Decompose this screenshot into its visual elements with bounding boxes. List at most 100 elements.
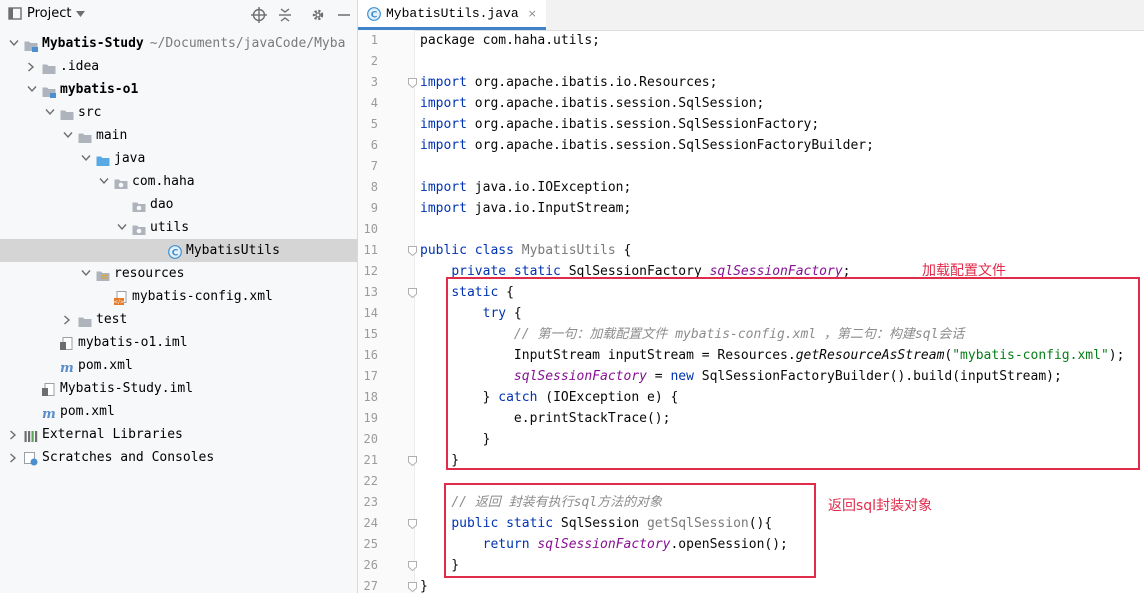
collapse-all-icon[interactable] xyxy=(277,7,293,23)
tree-item-label: mybatis-o1.iml xyxy=(78,331,188,354)
svg-text:m: m xyxy=(60,361,74,374)
code-token: import xyxy=(420,138,467,153)
fold-marker-icon[interactable] xyxy=(408,560,417,572)
line-number: 5 xyxy=(370,117,378,131)
line-number: 8 xyxy=(370,180,378,194)
svg-text:C: C xyxy=(371,10,378,20)
tree-item-label: main xyxy=(96,124,127,147)
fold-marker-icon[interactable] xyxy=(408,455,417,467)
fold-marker-icon[interactable] xyxy=(408,518,417,530)
tree-item[interactable]: mybatis-o1.iml xyxy=(0,331,357,354)
tree-item[interactable]: Scratches and Consoles xyxy=(0,446,357,469)
chevron-down-icon[interactable] xyxy=(8,32,20,55)
line-number: 16 xyxy=(363,348,378,362)
fold-marker-icon[interactable] xyxy=(408,581,417,593)
tree-item-text: .idea xyxy=(60,59,100,74)
chevron-down-icon[interactable] xyxy=(80,262,92,285)
line-number: 9 xyxy=(370,201,378,215)
chevron-right-icon[interactable] xyxy=(62,308,74,331)
code-line: import org.apache.ibatis.session.SqlSess… xyxy=(420,114,819,135)
project-view-icon xyxy=(8,7,22,20)
line-number: 18 xyxy=(363,390,378,404)
chevron-down-icon[interactable] xyxy=(98,170,110,193)
tree-item[interactable]: Mybatis-Study ~/Documents/javaCode/Myba xyxy=(0,32,357,55)
locate-icon[interactable] xyxy=(251,7,267,23)
chevron-down-icon[interactable] xyxy=(116,216,128,239)
tree-item[interactable]: test xyxy=(0,308,357,331)
chevron-down-icon[interactable] xyxy=(26,78,38,101)
line-number: 6 xyxy=(370,138,378,152)
code-token: import xyxy=(420,75,467,90)
line-number: 1 xyxy=(370,33,378,47)
iml-file-icon xyxy=(42,382,56,396)
module-folder-icon xyxy=(24,37,38,52)
editor-tab[interactable]: C MybatisUtils.java × xyxy=(358,0,546,30)
gear-icon[interactable] xyxy=(310,7,326,23)
chevron-right-icon[interactable] xyxy=(26,55,38,78)
line-number-gutter: 1 2 3 4 5 6 7 8 9 10 11 12 13 14 15 16 17 18 19 20 21 22 23 24 2… xyxy=(358,30,417,593)
tree-item[interactable]: mybatis-o1 xyxy=(0,78,357,101)
line-number: 17 xyxy=(363,369,378,383)
tree-item-text: pom.xml xyxy=(60,404,115,419)
line-number: 25 xyxy=(363,537,378,551)
tree-item[interactable]: com.haha xyxy=(0,170,357,193)
code-line: import org.apache.ibatis.session.SqlSess… xyxy=(420,93,764,114)
tree-item-label: resources xyxy=(114,262,184,285)
line-number: 3 xyxy=(370,75,378,89)
code-token: import xyxy=(420,96,467,111)
tree-item-text: src xyxy=(78,105,102,120)
tree-item[interactable]: main xyxy=(0,124,357,147)
tree-item[interactable]: Mybatis-Study.iml xyxy=(0,377,357,400)
tree-item[interactable]: java xyxy=(0,147,357,170)
project-title: Project xyxy=(27,6,72,21)
code-token: java.io.InputStream; xyxy=(466,201,632,216)
tree-item-text: mybatis-o1.iml xyxy=(78,335,188,350)
tree-item[interactable]: dao xyxy=(0,193,357,216)
code-token: import xyxy=(420,180,467,195)
chevron-down-icon[interactable] xyxy=(80,147,92,170)
tree-item-label: utils xyxy=(150,216,189,239)
tree-item[interactable]: resources xyxy=(0,262,357,285)
tree-item[interactable]: .idea xyxy=(0,55,357,78)
tree-item[interactable]: m pom.xml xyxy=(0,400,357,423)
line-number: 13 xyxy=(363,285,378,299)
chevron-right-icon[interactable] xyxy=(8,446,20,469)
line-number: 20 xyxy=(363,432,378,446)
minimize-icon[interactable] xyxy=(336,7,352,23)
tree-item[interactable]: </> mybatis-config.xml xyxy=(0,285,357,308)
line-number: 15 xyxy=(363,327,378,341)
folder-icon xyxy=(42,60,56,74)
tree-item[interactable]: C MybatisUtils xyxy=(0,239,357,262)
fold-marker-icon[interactable] xyxy=(408,245,417,257)
tree-item[interactable]: External Libraries xyxy=(0,423,357,446)
fold-marker-icon[interactable] xyxy=(408,77,417,89)
chevron-right-icon[interactable] xyxy=(8,423,20,446)
tree-item[interactable]: src xyxy=(0,101,357,124)
libraries-icon xyxy=(24,428,38,442)
tree-item-text: pom.xml xyxy=(78,358,133,373)
fold-marker-icon[interactable] xyxy=(408,287,417,299)
code-token: MybatisUtils xyxy=(521,243,616,258)
code-line: import org.apache.ibatis.session.SqlSess… xyxy=(420,135,874,156)
package-icon xyxy=(114,175,128,189)
code-line: } xyxy=(420,576,428,597)
tree-item-label: src xyxy=(78,101,101,124)
line-number: 26 xyxy=(363,558,378,572)
project-view-selector[interactable]: Project xyxy=(8,6,86,21)
svg-text:</>: </> xyxy=(114,300,125,306)
highlight-box-get-session xyxy=(444,483,816,578)
chevron-down-icon xyxy=(76,10,86,17)
code-editor[interactable]: C MybatisUtils.java × 1 2 3 4 5 6 7 8 9 10 11 12 13 1… xyxy=(358,0,1144,594)
tree-item-label: mybatis-o1 xyxy=(60,78,138,101)
tree-item-text: dao xyxy=(150,197,174,212)
chevron-down-icon[interactable] xyxy=(62,124,74,147)
close-icon[interactable]: × xyxy=(528,7,537,20)
tree-item-label: Mybatis-Study ~/Documents/javaCode/Myba xyxy=(42,32,345,55)
tree-item-text: mybatis-o1 xyxy=(60,82,139,97)
tree-item[interactable]: m pom.xml xyxy=(0,354,357,377)
source-folder-icon xyxy=(96,152,110,166)
tree-item[interactable]: utils xyxy=(0,216,357,239)
chevron-down-icon[interactable] xyxy=(44,101,56,124)
tree-item-text: resources xyxy=(114,266,185,281)
java-class-icon: C xyxy=(168,244,182,259)
